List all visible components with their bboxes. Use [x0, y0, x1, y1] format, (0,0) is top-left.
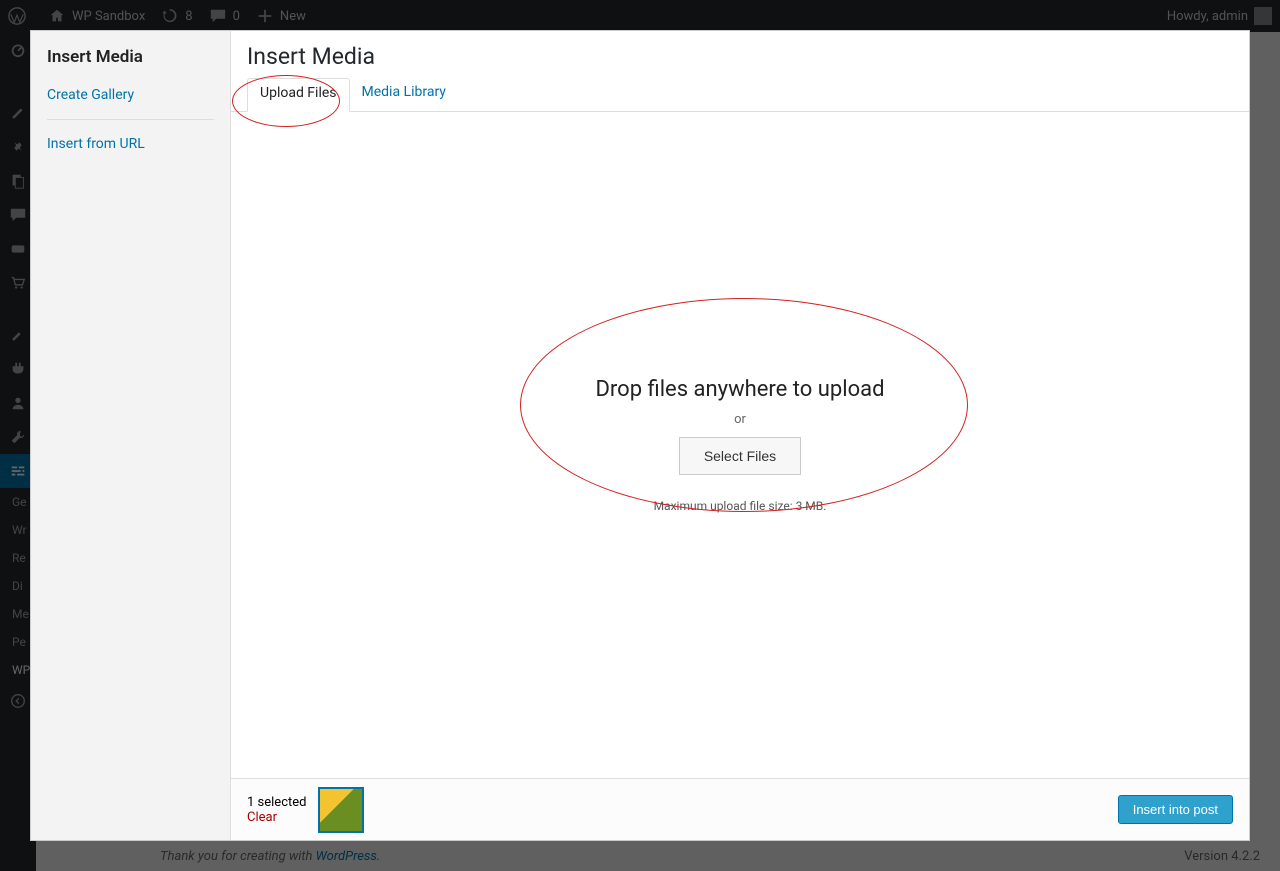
drop-text: Drop files anywhere to upload: [595, 377, 884, 402]
modal-title: Insert Media: [247, 43, 1233, 70]
media-tabs: Upload Files Media Library: [231, 70, 1249, 112]
selection: 1 selected Clear: [247, 787, 364, 833]
tab-upload-files[interactable]: Upload Files: [247, 78, 350, 112]
insert-into-post-button[interactable]: Insert into post: [1118, 795, 1233, 824]
modal-main: Insert Media Upload Files Media Library …: [231, 31, 1249, 840]
modal-sidebar: Insert Media Create Gallery Insert from …: [31, 31, 231, 840]
media-modal: ✕ Insert Media Create Gallery Insert fro…: [30, 30, 1250, 841]
selected-count: 1 selected: [247, 795, 306, 810]
media-toolbar: 1 selected Clear Insert into post: [231, 778, 1249, 840]
divider: [47, 119, 214, 120]
clear-selection-link[interactable]: Clear: [247, 810, 306, 825]
upload-area[interactable]: Drop files anywhere to upload or Select …: [231, 112, 1249, 778]
modal-sidebar-title: Insert Media: [47, 47, 214, 67]
max-size-text: Maximum upload file size: 3 MB.: [654, 499, 827, 513]
tab-media-library[interactable]: Media Library: [350, 78, 458, 111]
selected-thumbnail[interactable]: [318, 787, 364, 833]
or-text: or: [734, 412, 746, 427]
create-gallery-link[interactable]: Create Gallery: [47, 81, 214, 109]
insert-from-url-link[interactable]: Insert from URL: [47, 130, 214, 158]
modal-header: Insert Media: [231, 31, 1249, 70]
select-files-button[interactable]: Select Files: [679, 437, 801, 475]
